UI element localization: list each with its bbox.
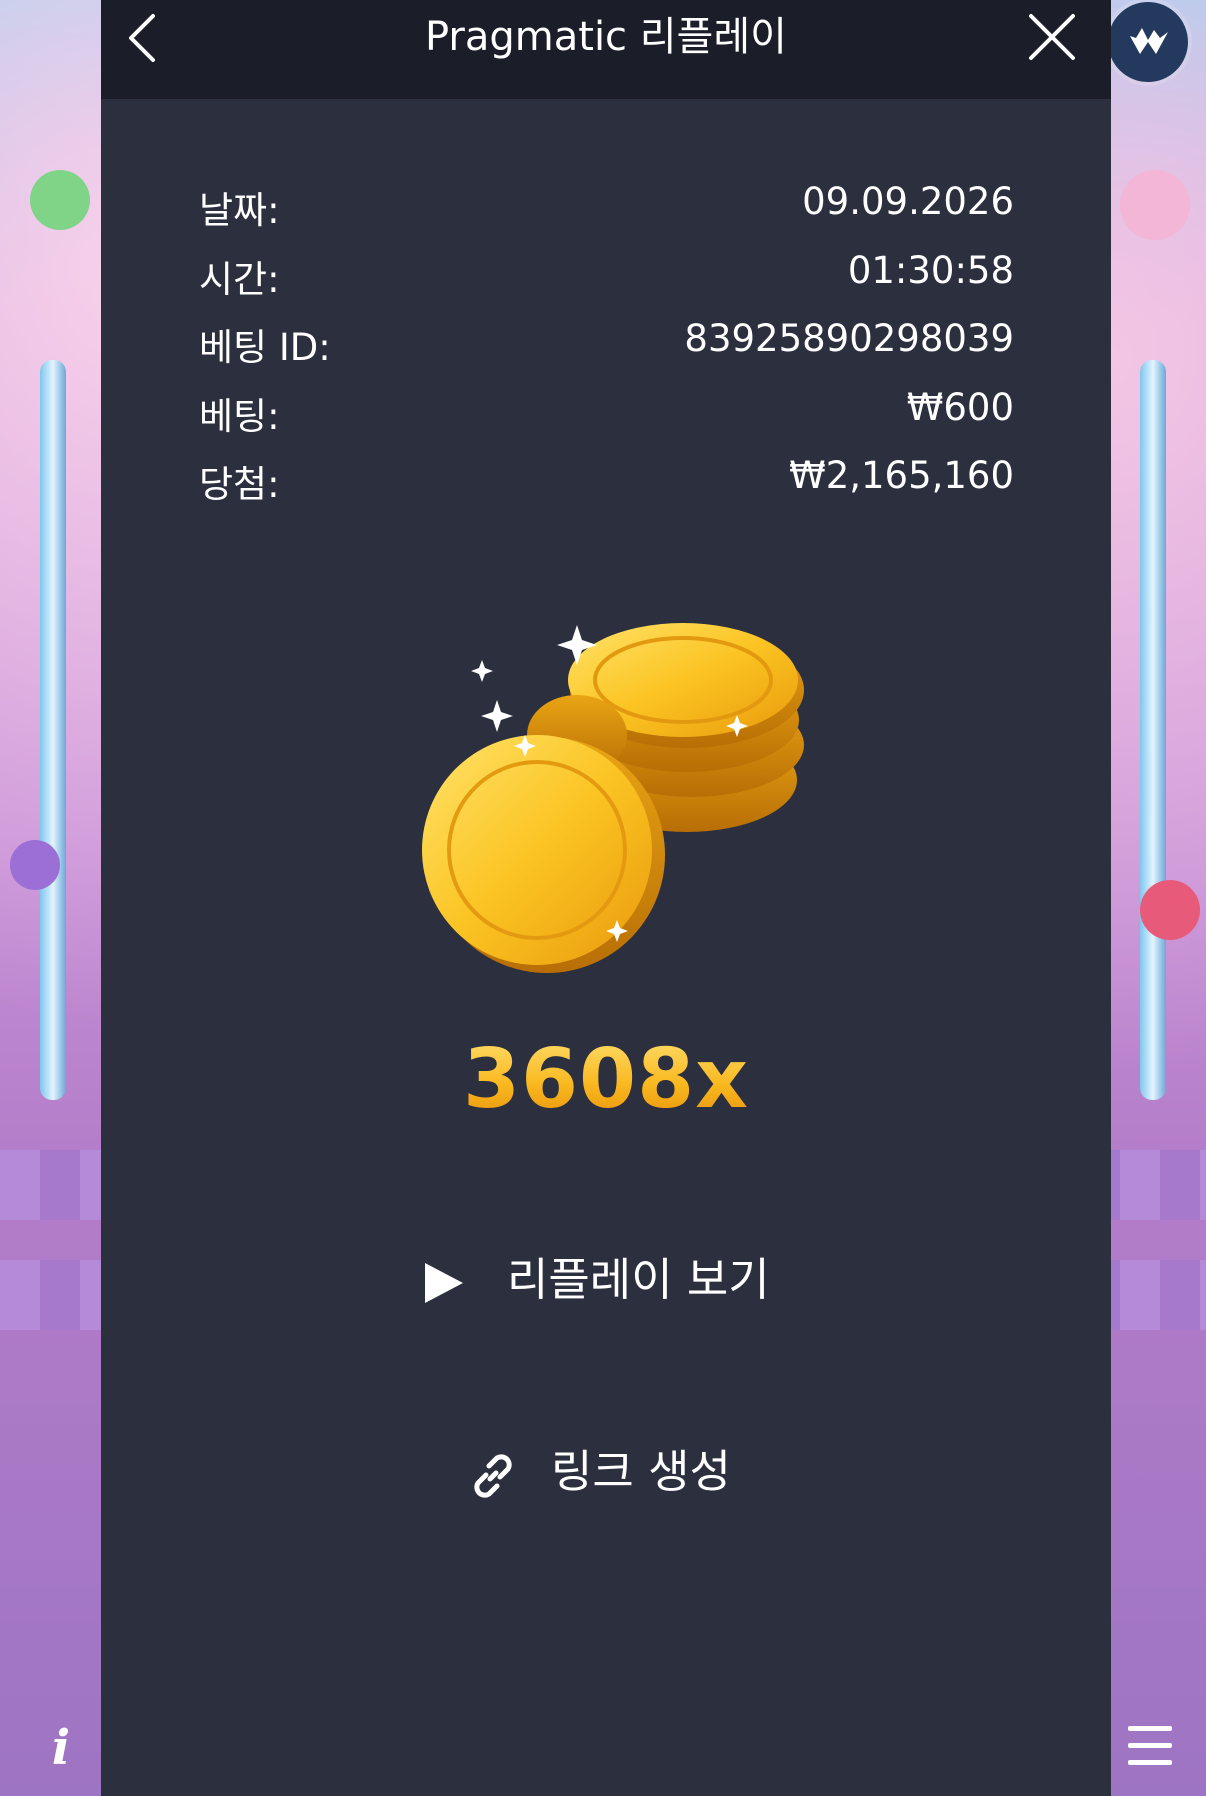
background-pillar	[1140, 360, 1166, 1100]
background-candy	[1120, 170, 1190, 240]
date-value: 09.09.2026	[802, 180, 1014, 223]
close-icon	[1029, 14, 1075, 60]
info-row-date: 날짜: 09.09.2026	[199, 180, 1014, 249]
svg-text:i: i	[52, 1720, 70, 1776]
replay-modal: Pragmatic 리플레이 날짜: 09.09.2026 시간: 01:30:…	[101, 0, 1111, 1796]
modal-header: Pragmatic 리플레이	[101, 0, 1111, 99]
close-button[interactable]	[1027, 12, 1077, 62]
date-label: 날짜:	[199, 189, 280, 232]
win-label: 당첨:	[199, 463, 280, 506]
background-candy	[10, 840, 60, 890]
info-row-bet-id: 베팅 ID: 83925890298039	[199, 317, 1014, 386]
info-row-bet: 베팅: ₩600	[199, 386, 1014, 455]
pragmatic-logo-icon	[1108, 2, 1188, 82]
background-candy	[30, 170, 90, 230]
link-icon	[474, 1454, 512, 1498]
info-icon: i	[52, 1720, 70, 1776]
bet-id-value: 83925890298039	[684, 317, 1014, 360]
time-value: 01:30:58	[847, 248, 1014, 292]
create-link-label: 링크 생성	[551, 1445, 731, 1498]
info-button[interactable]: i	[36, 1716, 86, 1776]
bet-label: 베팅:	[199, 394, 280, 438]
win-value: ₩2,165,160	[789, 454, 1014, 497]
create-link-button[interactable]: 링크 생성	[446, 1437, 776, 1507]
bet-value: ₩600	[906, 385, 1014, 429]
info-row-time: 시간: 01:30:58	[199, 249, 1014, 318]
background-candy	[1140, 880, 1200, 940]
play-icon	[425, 1263, 463, 1303]
bet-id-label: 베팅 ID:	[199, 326, 331, 369]
view-replay-label: 리플레이 보기	[507, 1253, 770, 1306]
view-replay-button[interactable]: 리플레이 보기	[401, 1245, 811, 1315]
win-multiplier: 3608x	[101, 1030, 1111, 1130]
info-row-win: 당첨: ₩2,165,160	[199, 454, 1014, 523]
modal-title: Pragmatic 리플레이	[425, 14, 787, 60]
background-pillar	[40, 360, 66, 1100]
hamburger-menu-icon	[1128, 1726, 1172, 1765]
bet-info-table: 날짜: 09.09.2026 시간: 01:30:58 베팅 ID: 83925…	[199, 180, 1014, 523]
menu-button[interactable]	[1120, 1716, 1180, 1776]
time-label: 시간:	[199, 257, 280, 301]
gold-coins-icon	[417, 600, 817, 1010]
